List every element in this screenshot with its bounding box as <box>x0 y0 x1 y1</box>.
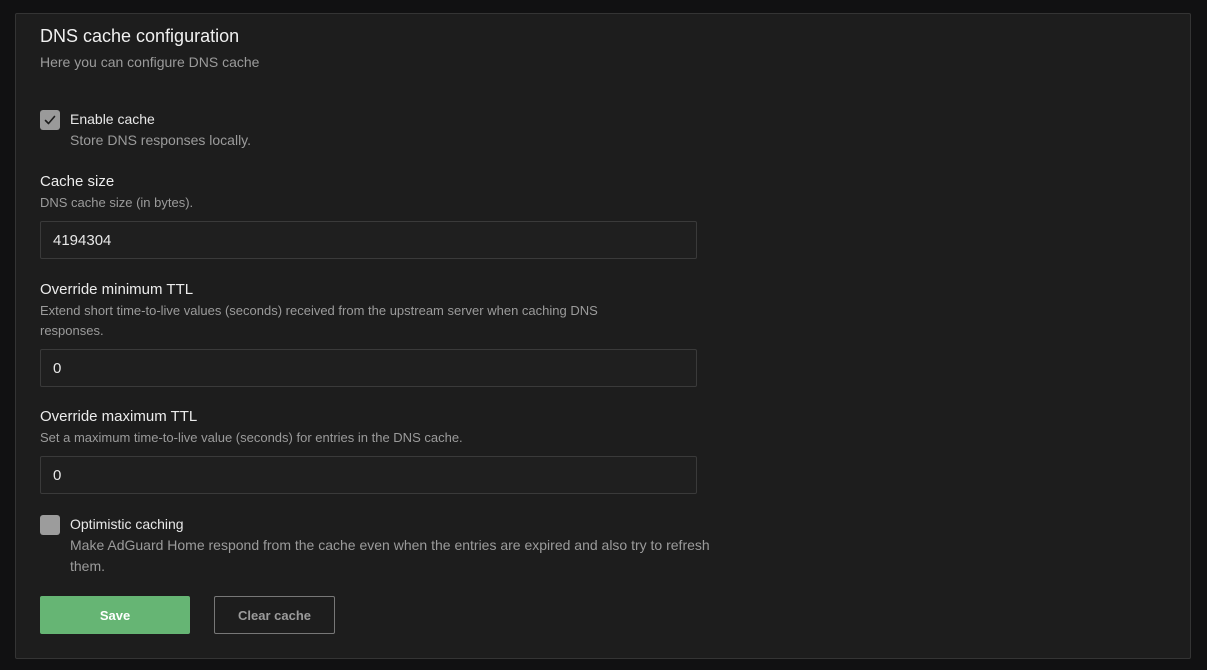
card-subtitle: Here you can configure DNS cache <box>40 54 260 70</box>
enable-cache-description: Store DNS responses locally. <box>70 132 252 148</box>
enable-cache-label: Enable cache <box>70 111 155 127</box>
max-ttl-input[interactable] <box>40 456 697 494</box>
optimistic-caching-description: Make AdGuard Home respond from the cache… <box>70 537 710 574</box>
min-ttl-label: Override minimum TTL <box>40 281 194 298</box>
card-header: DNS cache configuration Here you can con… <box>40 26 259 70</box>
enable-cache-text: Enable cache Store DNS responses locally… <box>70 110 710 151</box>
dns-cache-card: DNS cache configuration Here you can con… <box>15 13 1191 659</box>
cache-size-field: Cache size DNS cache size (in bytes). <box>40 173 697 259</box>
cache-size-label: Cache size <box>40 173 115 190</box>
cache-size-description: DNS cache size (in bytes). <box>40 195 194 210</box>
optimistic-caching-option[interactable]: Optimistic caching Make AdGuard Home res… <box>40 515 710 577</box>
min-ttl-field: Override minimum TTL Extend short time-t… <box>40 281 697 387</box>
check-icon <box>44 115 56 125</box>
clear-cache-button[interactable]: Clear cache <box>214 596 335 634</box>
min-ttl-description: Extend short time-to-live values (second… <box>40 303 598 338</box>
cache-size-input[interactable] <box>40 221 697 259</box>
save-button[interactable]: Save <box>40 596 190 634</box>
optimistic-caching-checkbox[interactable] <box>40 515 60 535</box>
max-ttl-description: Set a maximum time-to-live value (second… <box>40 430 463 445</box>
optimistic-caching-label: Optimistic caching <box>70 516 184 532</box>
min-ttl-input[interactable] <box>40 349 697 387</box>
max-ttl-field: Override maximum TTL Set a maximum time-… <box>40 408 697 494</box>
enable-cache-checkbox[interactable] <box>40 110 60 130</box>
max-ttl-label: Override maximum TTL <box>40 408 198 425</box>
enable-cache-option[interactable]: Enable cache Store DNS responses locally… <box>40 110 710 151</box>
card-title: DNS cache configuration <box>40 26 240 46</box>
optimistic-caching-text: Optimistic caching Make AdGuard Home res… <box>70 515 710 577</box>
